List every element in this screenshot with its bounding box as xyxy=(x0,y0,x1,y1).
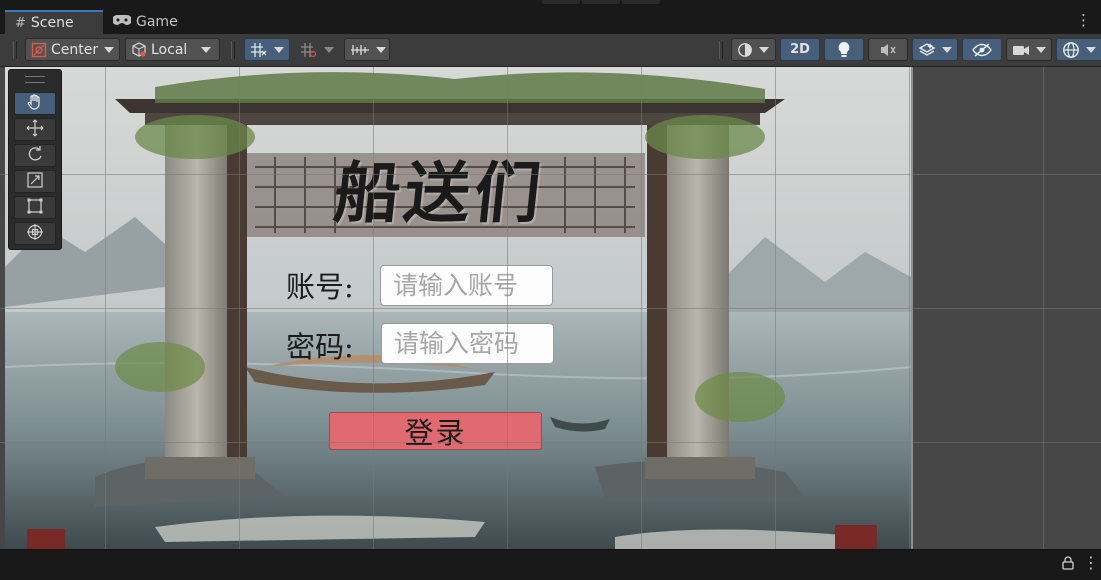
scale-tool-button[interactable] xyxy=(14,170,56,193)
more-options-icon[interactable]: ⋮ xyxy=(1076,13,1091,28)
move-tool-button[interactable] xyxy=(14,118,56,141)
increment-snap-icon xyxy=(300,42,318,58)
password-label: 密码: xyxy=(286,330,354,364)
lighting-toggle[interactable] xyxy=(824,38,864,61)
scale-icon xyxy=(26,171,44,193)
login-background-image: 船送们 账号: 密码: 登录 xyxy=(5,67,911,549)
top-strip-segment xyxy=(582,0,620,4)
toolbar-grip[interactable] xyxy=(231,41,235,59)
transform-tool-button[interactable] xyxy=(14,222,56,245)
pivot-rotation-label: Local xyxy=(151,41,188,58)
pivot-mode-label: Center xyxy=(51,41,99,58)
tab-game[interactable]: Game xyxy=(103,10,193,34)
toolbar-grip[interactable] xyxy=(719,41,723,59)
grid-snap-toggle[interactable] xyxy=(244,38,290,61)
toolbar-grip[interactable] xyxy=(13,41,17,59)
eye-slash-icon xyxy=(972,42,992,57)
2d-toggle[interactable]: 2D xyxy=(780,38,820,61)
local-cube-icon xyxy=(131,41,147,58)
scene-toolbar: Center Local 2D xyxy=(0,34,1101,67)
top-strip-segment xyxy=(622,0,660,4)
rotate-icon xyxy=(26,145,44,167)
chevron-down-icon xyxy=(1086,46,1096,53)
chevron-down-icon xyxy=(324,46,334,53)
ruler-snap-toggle[interactable] xyxy=(344,38,390,61)
chevron-down-icon xyxy=(274,46,284,53)
game-title: 船送们 xyxy=(330,154,549,232)
rect-tool-button[interactable] xyxy=(14,196,56,219)
hand-tool-button[interactable] xyxy=(14,92,56,115)
chevron-down-icon xyxy=(759,46,769,53)
lock-icon[interactable] xyxy=(1062,556,1074,574)
account-label: 账号: xyxy=(286,270,354,304)
transform-all-icon xyxy=(26,223,44,245)
grid-snap-icon xyxy=(250,42,268,58)
status-bar: ⋮ xyxy=(0,549,1101,580)
rotate-tool-button[interactable] xyxy=(14,144,56,167)
tab-game-label: Game xyxy=(136,14,178,30)
login-button[interactable]: 登录 xyxy=(329,412,542,450)
camera-icon xyxy=(1012,43,1030,57)
effects-layers-icon xyxy=(918,42,936,58)
gamepad-icon xyxy=(112,14,132,30)
password-input[interactable] xyxy=(381,323,554,364)
palette-drag-handle[interactable] xyxy=(25,76,45,83)
top-strip-segment xyxy=(542,0,580,4)
chevron-down-icon xyxy=(942,46,952,53)
ruler-icon xyxy=(350,42,370,58)
gizmos-dropdown[interactable] xyxy=(1056,38,1101,61)
pivot-mode-dropdown[interactable]: Center xyxy=(25,38,120,61)
tab-scene-label: Scene xyxy=(30,15,74,31)
tab-bar: # Scene Game ⋮ xyxy=(0,9,1101,34)
audio-toggle[interactable] xyxy=(868,38,908,61)
increment-snap-toggle[interactable] xyxy=(294,38,340,61)
pivot-center-icon xyxy=(31,42,47,58)
2d-toggle-label: 2D xyxy=(790,42,810,57)
shading-sphere-icon xyxy=(737,42,753,58)
tool-palette xyxy=(8,69,62,250)
chevron-down-icon xyxy=(201,46,212,53)
effects-dropdown[interactable] xyxy=(912,38,958,61)
lightbulb-icon xyxy=(837,41,851,59)
window-top-strip xyxy=(0,0,1101,9)
scene-view[interactable]: 船送们 账号: 密码: 登录 xyxy=(0,67,1101,549)
chevron-down-icon xyxy=(104,46,115,53)
draw-mode-dropdown[interactable] xyxy=(731,38,776,61)
account-input[interactable] xyxy=(380,265,553,306)
hand-icon xyxy=(26,93,44,115)
speaker-muted-icon xyxy=(879,42,897,58)
chevron-down-icon xyxy=(376,46,386,53)
camera-settings-dropdown[interactable] xyxy=(1006,38,1052,61)
rect-transform-icon xyxy=(26,197,44,219)
chevron-down-icon xyxy=(1036,46,1046,53)
pivot-rotation-dropdown[interactable]: Local xyxy=(125,38,220,61)
more-options-icon[interactable]: ⋮ xyxy=(1083,553,1099,572)
tab-scene[interactable]: # Scene xyxy=(5,10,103,34)
scene-visibility-toggle[interactable] xyxy=(962,38,1002,61)
grid-hash-icon: # xyxy=(15,15,26,31)
camera-bounds-edge xyxy=(911,67,913,549)
move-arrows-icon xyxy=(26,119,44,141)
gizmo-globe-icon xyxy=(1062,41,1080,59)
